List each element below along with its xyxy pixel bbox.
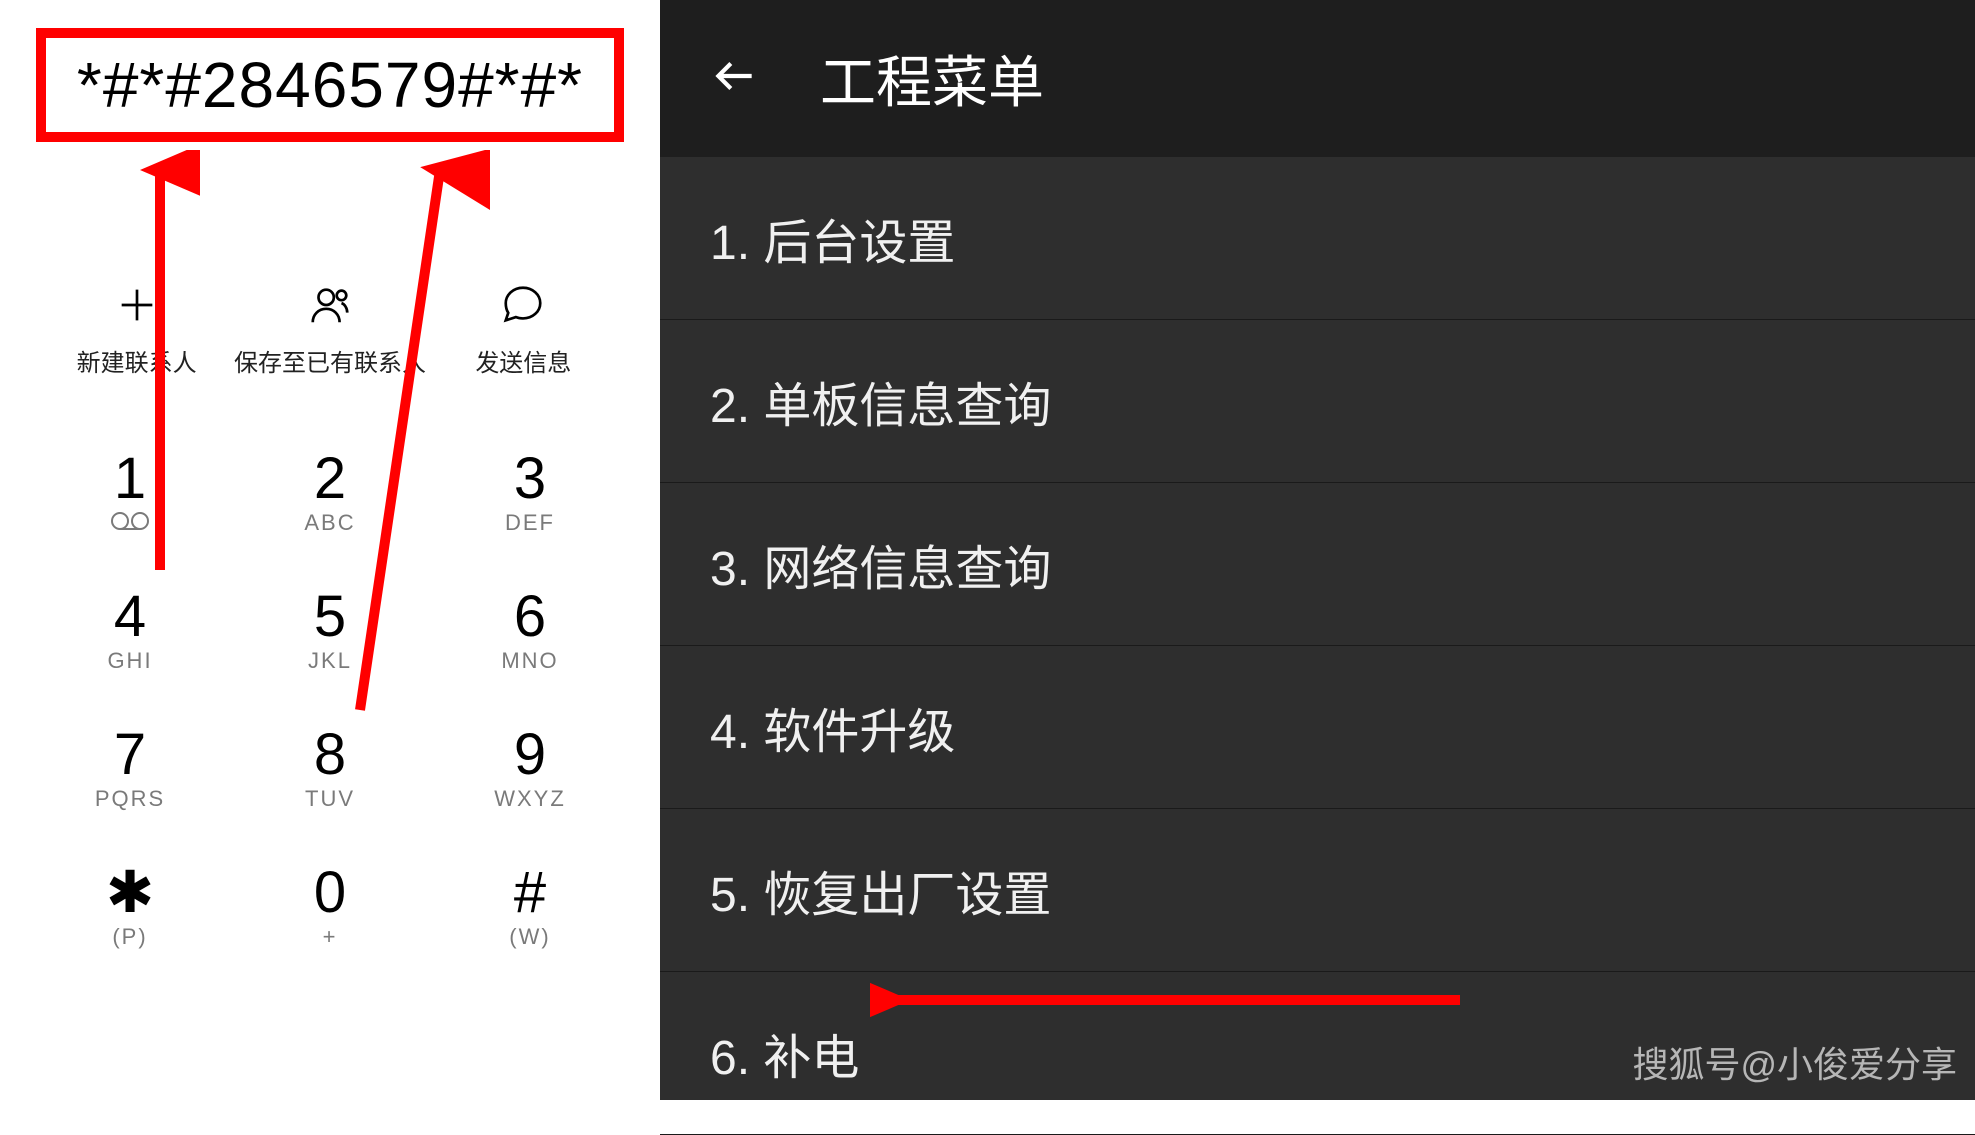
dial-keypad: 1 2 ABC 3 DEF 4 GHI 5 JKL 6 MNO 7 PQRS xyxy=(0,438,660,960)
key-sub: GHI xyxy=(107,648,152,672)
menu-title: 工程菜单 xyxy=(820,38,1044,119)
menu-list: 1. 后台设置 2. 单板信息查询 3. 网络信息查询 4. 软件升级 5. 恢… xyxy=(660,157,1975,1135)
key-sub: MNO xyxy=(501,648,558,672)
key-digit: 1 xyxy=(114,450,146,508)
menu-item-1[interactable]: 1. 后台设置 xyxy=(660,157,1975,320)
key-sub: TUV xyxy=(305,786,355,810)
key-digit: 4 xyxy=(114,588,146,646)
new-contact-button[interactable]: 新建联系人 xyxy=(47,282,227,378)
key-6[interactable]: 6 MNO xyxy=(430,576,630,684)
key-4[interactable]: 4 GHI xyxy=(30,576,230,684)
key-sub: (W) xyxy=(509,924,550,948)
key-star[interactable]: ✱ (P) xyxy=(30,852,230,960)
key-digit: # xyxy=(514,864,546,922)
dial-display-highlight: *#*#2846579#*#* xyxy=(0,0,660,142)
key-8[interactable]: 8 TUV xyxy=(230,714,430,822)
key-digit: 8 xyxy=(314,726,346,784)
key-2[interactable]: 2 ABC xyxy=(230,438,430,546)
key-digit: ✱ xyxy=(106,864,155,922)
key-9[interactable]: 9 WXYZ xyxy=(430,714,630,822)
chat-icon xyxy=(500,282,546,333)
dial-display: *#*#2846579#*#* xyxy=(36,28,624,142)
key-7[interactable]: 7 PQRS xyxy=(30,714,230,822)
menu-item-5[interactable]: 5. 恢复出厂设置 xyxy=(660,809,1975,972)
key-sub: PQRS xyxy=(95,786,165,810)
key-digit: 5 xyxy=(314,588,346,646)
menu-item-3[interactable]: 3. 网络信息查询 xyxy=(660,483,1975,646)
action-label: 发送信息 xyxy=(475,343,571,378)
action-label: 新建联系人 xyxy=(77,343,197,378)
engineering-menu-screen: 工程菜单 1. 后台设置 2. 单板信息查询 3. 网络信息查询 4. 软件升级… xyxy=(660,0,1975,1100)
key-sub: WXYZ xyxy=(494,786,566,810)
key-sub: JKL xyxy=(308,648,352,672)
voicemail-icon xyxy=(110,510,150,534)
key-0[interactable]: 0 + xyxy=(230,852,430,960)
key-sub: ABC xyxy=(304,510,355,534)
key-5[interactable]: 5 JKL xyxy=(230,576,430,684)
action-label: 保存至已有联系人 xyxy=(234,343,426,378)
plus-icon xyxy=(114,282,160,333)
key-1[interactable]: 1 xyxy=(30,438,230,546)
menu-header: 工程菜单 xyxy=(660,0,1975,157)
key-3[interactable]: 3 DEF xyxy=(430,438,630,546)
key-digit: 9 xyxy=(514,726,546,784)
send-message-button[interactable]: 发送信息 xyxy=(433,282,613,378)
dialed-code: *#*#2846579#*#* xyxy=(50,48,610,122)
back-icon[interactable] xyxy=(710,51,760,106)
menu-item-4[interactable]: 4. 软件升级 xyxy=(660,646,1975,809)
key-hash[interactable]: # (W) xyxy=(430,852,630,960)
key-digit: 2 xyxy=(314,450,346,508)
dialer-actions: 新建联系人 保存至已有联系人 发送信息 xyxy=(0,282,660,378)
key-digit: 0 xyxy=(314,864,346,922)
key-sub: DEF xyxy=(505,510,555,534)
dialer-screen: *#*#2846579#*#* 新建联系人 保存至已有联系人 xyxy=(0,0,660,1100)
menu-item-2[interactable]: 2. 单板信息查询 xyxy=(660,320,1975,483)
person-icon xyxy=(307,282,353,333)
key-digit: 6 xyxy=(514,588,546,646)
key-sub: + xyxy=(323,924,338,948)
menu-item-6[interactable]: 6. 补电 xyxy=(660,972,1975,1135)
key-digit: 3 xyxy=(514,450,546,508)
key-sub: (P) xyxy=(112,924,147,948)
key-digit: 7 xyxy=(114,726,146,784)
save-contact-button[interactable]: 保存至已有联系人 xyxy=(240,282,420,378)
